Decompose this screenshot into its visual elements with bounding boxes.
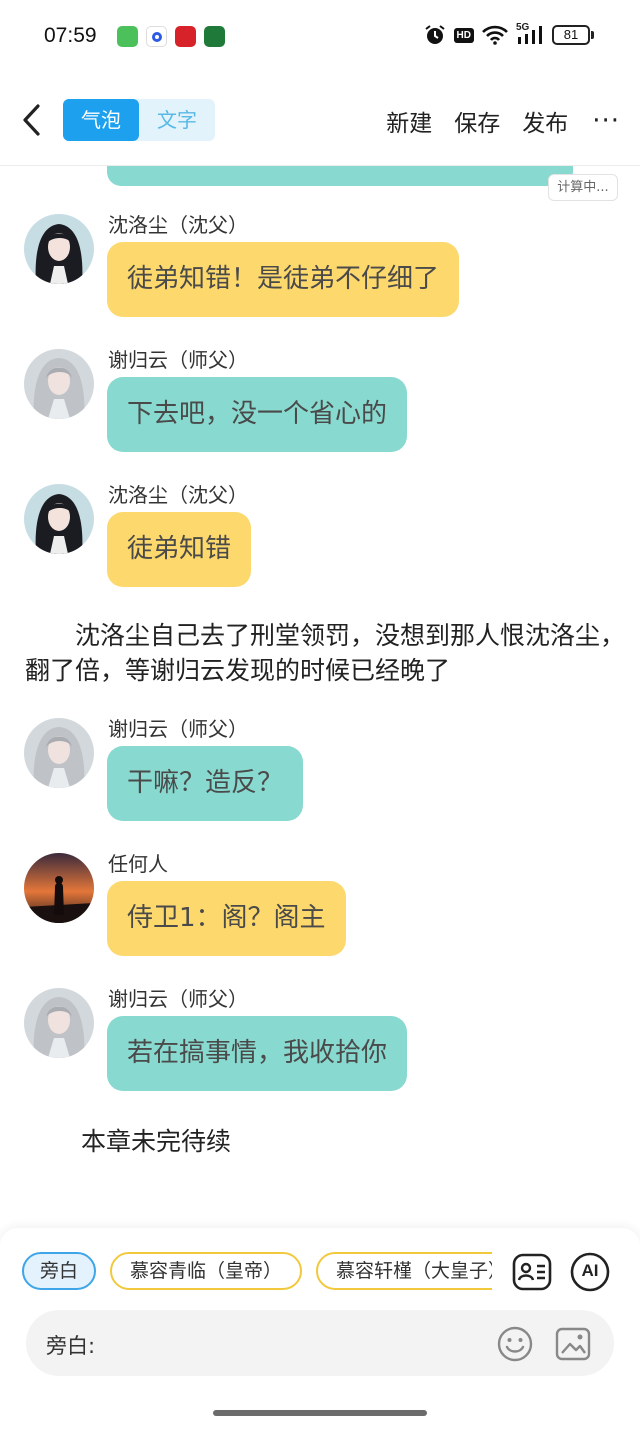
message-bubble[interactable]: 徒弟知错！是徒弟不仔细了 bbox=[107, 242, 460, 317]
message-bubble[interactable]: 若在搞事情，我收拾你 bbox=[107, 1016, 408, 1091]
home-indicator[interactable] bbox=[213, 1410, 427, 1416]
chat-area[interactable]: 计算中... 沈洛尘（沈父） 徒弟知错！是徒弟不仔细了 谢归云（师父） 下去吧，… bbox=[0, 166, 640, 1228]
status-time: 07:59 bbox=[44, 24, 97, 47]
signal-bars-icon bbox=[518, 26, 542, 44]
status-bar: 07:59 HD 5G 81 bbox=[0, 0, 640, 76]
ai-button[interactable]: AI bbox=[570, 1252, 610, 1292]
speaker-name: 谢归云（师父） bbox=[108, 987, 248, 1011]
browser-app-icon bbox=[146, 26, 167, 47]
avatar[interactable] bbox=[24, 349, 94, 419]
speaker-name: 谢归云（师父） bbox=[108, 717, 248, 741]
avatar[interactable] bbox=[24, 484, 94, 554]
speaker-name: 沈洛尘（沈父） bbox=[108, 213, 248, 237]
oppo-app-icon bbox=[204, 26, 225, 47]
status-indicators: HD 5G 81 bbox=[424, 22, 594, 46]
message-input-bar: 旁白: bbox=[26, 1310, 614, 1376]
hd-badge: HD bbox=[453, 27, 474, 43]
avatar[interactable] bbox=[24, 214, 94, 284]
white-hair-man-avatar bbox=[24, 718, 94, 788]
speaker-name: 谢归云（师父） bbox=[108, 348, 248, 372]
message-input[interactable] bbox=[106, 1322, 486, 1364]
message-bubble[interactable]: 徒弟知错 bbox=[107, 512, 252, 587]
avatar[interactable] bbox=[24, 853, 94, 923]
contact-card-icon[interactable] bbox=[512, 1252, 552, 1292]
message-bubble[interactable]: 干嘛？造反？ bbox=[107, 746, 304, 821]
wifi-icon bbox=[482, 25, 508, 45]
save-button[interactable]: 保存 bbox=[454, 104, 500, 138]
speaker-name: 沈洛尘（沈父） bbox=[108, 483, 248, 507]
white-hair-man-avatar bbox=[24, 349, 94, 419]
message-bubble[interactable]: 侍卫1：阁？阁主 bbox=[107, 881, 346, 956]
role-chip[interactable]: 慕容青临（皇帝） bbox=[110, 1252, 303, 1290]
image-icon[interactable] bbox=[554, 1325, 592, 1363]
white-hair-man-avatar bbox=[24, 988, 94, 1058]
calculating-badge: 计算中... bbox=[548, 174, 618, 201]
emoji-icon[interactable] bbox=[496, 1325, 534, 1363]
role-chip-narrator[interactable]: 旁白 bbox=[22, 1252, 97, 1290]
avatar[interactable] bbox=[24, 718, 94, 788]
alarm-icon bbox=[424, 25, 445, 44]
role-selector: 旁白 慕容青临（皇帝） 慕容轩槿（大皇子） bbox=[22, 1252, 492, 1292]
tab-bubble[interactable]: 气泡 bbox=[63, 99, 139, 141]
battery-level: 81 bbox=[552, 25, 590, 45]
message-bubble[interactable]: 下去吧，没一个省心的 bbox=[107, 377, 408, 452]
new-button[interactable]: 新建 bbox=[386, 104, 432, 138]
editor-header: 气泡 文字 新建 保存 发布 ··· bbox=[0, 76, 640, 166]
chapter-end-text[interactable]: 本章未完待续 bbox=[81, 1122, 231, 1158]
messages-app-icon bbox=[117, 26, 138, 47]
red-app-icon bbox=[175, 26, 196, 47]
notification-icons bbox=[117, 26, 225, 47]
narration-text[interactable]: 沈洛尘自己去了刑堂领罚，没想到那人恨沈洛尘，翻了倍，等谢归云发现的时候已经晚了 bbox=[25, 618, 625, 688]
battery-indicator: 81 bbox=[552, 25, 594, 45]
input-panel: 旁白 慕容青临（皇帝） 慕容轩槿（大皇子） AI 旁白: bbox=[0, 1228, 640, 1400]
ai-label: AI bbox=[581, 1261, 599, 1280]
mode-toggle: 气泡 文字 bbox=[63, 99, 215, 141]
more-button[interactable]: ··· bbox=[592, 108, 620, 134]
previous-message-bubble[interactable] bbox=[107, 166, 573, 186]
dark-hair-man-avatar bbox=[24, 214, 94, 284]
header-actions: 新建 保存 发布 ··· bbox=[364, 104, 620, 138]
avatar[interactable] bbox=[24, 988, 94, 1058]
tab-text[interactable]: 文字 bbox=[139, 99, 215, 141]
publish-button[interactable]: 发布 bbox=[522, 104, 568, 138]
input-role-label: 旁白: bbox=[46, 1334, 96, 1358]
battery-tip bbox=[591, 31, 594, 39]
system-nav-bar bbox=[0, 1400, 640, 1429]
sunset-silhouette-avatar bbox=[24, 853, 94, 923]
speaker-name: 任何人 bbox=[108, 852, 168, 876]
dark-hair-man-avatar bbox=[24, 484, 94, 554]
cellular-signal: 5G bbox=[516, 22, 544, 46]
role-chip[interactable]: 慕容轩槿（大皇子） bbox=[316, 1252, 492, 1290]
back-arrow-icon[interactable] bbox=[16, 100, 50, 140]
